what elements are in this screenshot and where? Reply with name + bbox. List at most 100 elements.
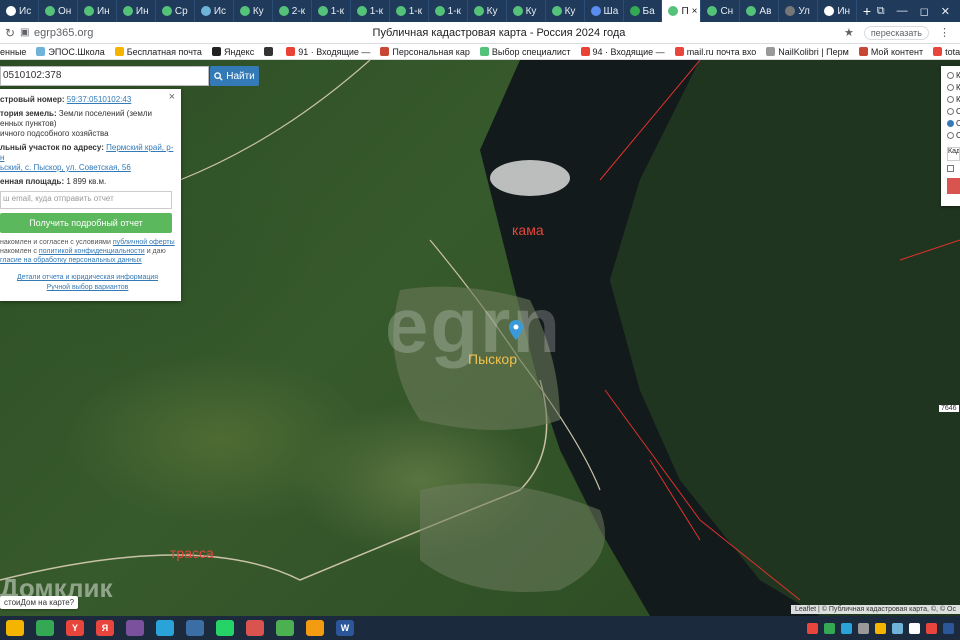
layer-radio[interactable] [947,71,954,79]
bookmark-item[interactable]: ЭПОС.Школа [36,47,105,57]
yandex-browser-icon[interactable]: Y [66,620,84,636]
layer-radio[interactable] [947,95,954,103]
layer-option[interactable]: С [947,129,960,141]
bookmark-item[interactable]: NailKolibri | Перм [766,47,849,57]
get-report-button[interactable]: Получить подробный отчет [0,213,172,233]
map-attribution[interactable]: Leaflet | © Публичная кадастровая карта,… [791,605,960,614]
tray-app-icon[interactable] [841,622,852,634]
tab-close-icon[interactable]: × [692,6,701,17]
whatsapp-icon[interactable] [216,620,234,636]
manual-selection-link[interactable]: Ручной выбор вариантов [47,284,129,291]
layer-option[interactable]: С [947,117,960,129]
layer-action-button[interactable] [947,178,960,194]
bookmark-item[interactable]: 94 · Входящие — [580,47,665,57]
location-pin-icon[interactable] [509,320,523,340]
browser-tab[interactable]: Ср [156,0,195,22]
tray-app-icon[interactable] [909,622,920,634]
anydesk-icon[interactable] [246,620,264,636]
close-icon[interactable]: × [169,92,175,103]
photos-icon[interactable] [306,620,324,636]
tray-app-icon[interactable] [943,622,954,634]
browser-tab[interactable]: Ку [507,0,546,22]
browser-tab[interactable]: П × [662,0,702,22]
viber-icon[interactable] [126,620,144,636]
browser-tab[interactable]: Сн [701,0,741,22]
consent-link[interactable]: гласие на обработку персональных данных [0,257,142,264]
browser-tab[interactable]: Ин [818,0,858,22]
minimize-icon[interactable]: — [897,5,908,18]
layer-radio[interactable] [947,83,954,91]
network-icon[interactable] [186,620,204,636]
report-details-link[interactable]: Детали отчета и юридическая информация [17,274,158,281]
telegram-icon[interactable] [156,620,174,636]
browser-tab[interactable]: Ул [779,0,819,22]
bookmark-item[interactable]: Мой контент [858,47,923,57]
tray-app-icon[interactable] [926,622,937,634]
yandex-icon[interactable]: Я [96,620,114,636]
browser-tab[interactable]: Ку [234,0,273,22]
word-icon[interactable]: W [336,620,354,636]
domclick-chip[interactable]: стоиДом на карте? [0,596,79,609]
file-explorer-icon[interactable] [6,620,24,636]
layer-option[interactable]: К [947,69,960,81]
email-field[interactable]: ш email, куда отправить отчет [0,191,172,209]
browser-tab[interactable]: Ис [195,0,234,22]
new-tab-button[interactable]: + [857,0,876,22]
layer-option[interactable]: С [947,105,960,117]
bookmark-star-icon[interactable]: ★ [844,26,854,39]
translate-button[interactable]: пересказать [863,25,929,40]
tray-app-icon[interactable] [858,622,869,634]
browser-tab[interactable]: Ша [585,0,624,22]
bookmark-item[interactable] [264,47,276,56]
tray-app-icon[interactable] [824,622,835,634]
browser-tab[interactable]: Ба [624,0,663,22]
tray-app-icon[interactable] [892,622,903,634]
bookmark-item[interactable]: total-videos.com [933,47,960,57]
browser-tab[interactable]: Ин [78,0,117,22]
cad-number-link[interactable]: 59:37:0510102:43 [67,95,132,104]
browser-tab[interactable]: 1-к [390,0,429,22]
bookmark-item[interactable]: енные [0,47,26,57]
browser-tab[interactable]: 2-к [273,0,312,22]
layer-select[interactable]: Кад [947,147,960,161]
layer-radio[interactable] [947,107,954,115]
chrome-icon[interactable] [36,620,54,636]
browser-tab[interactable]: 1-к [351,0,390,22]
search-button[interactable]: Найти [210,66,259,86]
browser-tab[interactable]: 1-к [429,0,468,22]
cad-number-label: стровый номер: [0,95,65,104]
tray-app-icon[interactable] [875,622,886,634]
maximize-icon[interactable]: ◻ [920,5,929,18]
browser-tab[interactable]: Ин [117,0,156,22]
bookmark-item[interactable]: Бесплатная почта [114,47,202,57]
paint-icon[interactable] [276,620,294,636]
bookmark-item[interactable]: 91 · Входящие — [286,47,370,57]
bookmark-item[interactable]: Яндекс [211,47,254,57]
offer-link[interactable]: публичной оферты [113,239,175,246]
layer-option[interactable]: К [947,93,960,105]
close-window-icon[interactable]: ✕ [941,5,950,18]
address-link-2[interactable]: ьский, с. Пыскор, ул. Советская, 56 [0,163,131,172]
browser-tab[interactable]: Ку [468,0,507,22]
bookmark-item[interactable]: mail.ru почта вхо [674,47,756,57]
browser-tab[interactable]: Ав [740,0,780,22]
privacy-link[interactable]: политикой конфиденциальности [39,248,145,255]
browser-tab[interactable]: Ку [546,0,585,22]
tab-search-icon[interactable]: ⧉ [877,5,885,18]
tray-app-icon[interactable] [807,622,818,634]
layer-radio[interactable] [947,131,954,139]
menu-dots-icon[interactable]: ⋮ [939,26,950,39]
url-field[interactable]: egrp365.org [34,27,154,39]
browser-tab[interactable]: Он [39,0,78,22]
browser-tab[interactable]: Ис [0,0,39,22]
layer-option[interactable]: К [947,81,960,93]
layer-checkbox[interactable] [947,165,954,172]
reload-icon[interactable]: ↻ [0,26,20,40]
browser-tab[interactable]: 1-к [312,0,351,22]
site-info-icon[interactable]: ▣ [20,27,34,38]
layer-radio[interactable] [947,119,954,127]
search-button-label: Найти [226,70,255,82]
bookmark-item[interactable]: Выбор специалист [479,47,571,57]
cadastral-search-input[interactable]: 0510102:378 [0,66,209,86]
bookmark-item[interactable]: Персональная кар [380,47,470,57]
